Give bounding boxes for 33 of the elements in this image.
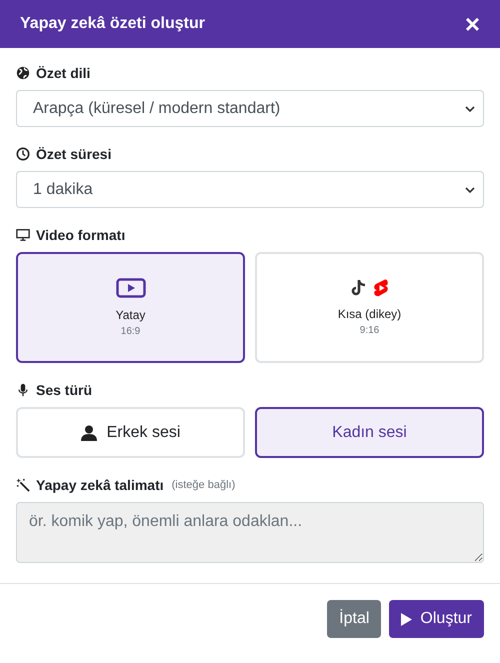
close-button[interactable]: ×: [464, 11, 480, 37]
microphone-icon: [16, 383, 30, 397]
aspect-ratio: 16:9: [120, 326, 140, 337]
instruction-textarea[interactable]: ör. komik yap, önemli anlara odaklan...: [16, 502, 484, 563]
dropdown-select[interactable]: Arapça (küresel / modern standart): [16, 90, 484, 127]
shorts-icon: [372, 279, 388, 297]
music-note-icon: [350, 279, 366, 297]
magic-wand-icon: [16, 478, 30, 492]
clock-icon: [16, 147, 30, 161]
person-icon: [80, 424, 97, 440]
section-label: Video formatı: [36, 227, 126, 243]
dropdown-select[interactable]: 1 dakika: [16, 171, 484, 208]
dialog-title: Yapay zekâ özeti oluştur: [20, 15, 205, 33]
optional-hint: (isteğe bağlı): [172, 479, 236, 491]
aspect-ratio: 9:16: [360, 325, 380, 336]
section-label: Yapay zekâ talimatı: [36, 477, 164, 493]
voice-option-button[interactable]: Kadın sesi: [255, 407, 484, 458]
section-label: Özet süresi: [36, 146, 112, 162]
format-option-card[interactable]: Yatay 16:9: [16, 252, 245, 363]
format-option-card[interactable]: Kısa (dikey) 9:16: [255, 252, 484, 363]
create-button[interactable]: Oluştur: [389, 600, 484, 638]
video-play-icon: [116, 278, 146, 298]
chevron-down-icon: [465, 184, 475, 194]
monitor-icon: [16, 228, 30, 242]
section-label: Ses türü: [36, 382, 92, 398]
cancel-button[interactable]: İptal: [327, 600, 382, 638]
globe-icon: [16, 66, 30, 80]
format-title: Kısa (dikey): [338, 307, 402, 321]
section-label: Özet dili: [36, 65, 90, 81]
chevron-down-icon: [465, 104, 475, 114]
voice-option-button[interactable]: Erkek sesi: [16, 407, 245, 458]
play-icon: [401, 612, 412, 626]
format-title: Yatay: [116, 308, 146, 322]
